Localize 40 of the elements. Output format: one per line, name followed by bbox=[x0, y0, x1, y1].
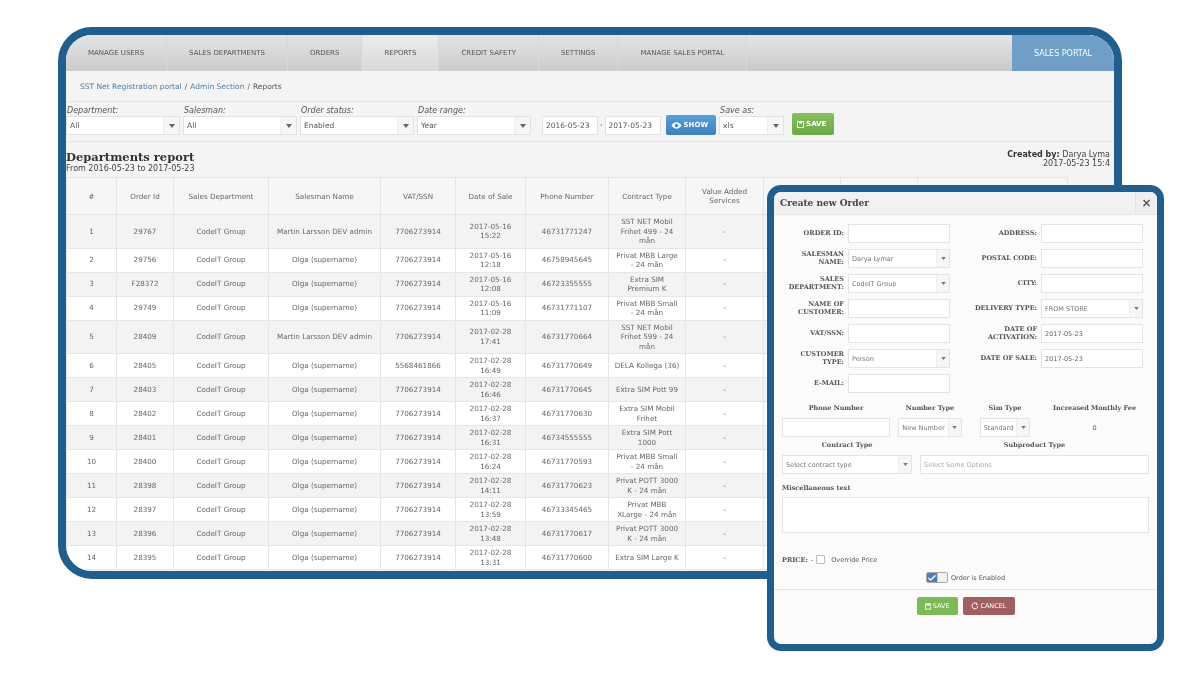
created-at: 2017-05-23 15:4 bbox=[1042, 159, 1110, 168]
created-by-name: Darya Lyma bbox=[1062, 150, 1110, 159]
filter-label: Salesman: bbox=[183, 106, 227, 115]
eye-icon bbox=[670, 121, 682, 129]
input-field[interactable] bbox=[1041, 224, 1143, 243]
caret-icon bbox=[902, 463, 908, 466]
input-field[interactable] bbox=[848, 224, 950, 243]
caret-icon bbox=[772, 123, 779, 128]
input-field[interactable] bbox=[1041, 249, 1143, 268]
override-price-checkbox[interactable] bbox=[816, 555, 826, 564]
input-field[interactable] bbox=[848, 324, 950, 343]
filter-label: Department: bbox=[66, 106, 120, 115]
close-button[interactable]: × bbox=[1135, 192, 1157, 214]
caret-icon bbox=[1133, 307, 1139, 310]
caret-icon bbox=[940, 257, 946, 260]
filter-label: Date range: bbox=[417, 106, 467, 115]
phone-number-field[interactable] bbox=[782, 418, 890, 437]
filter-label: Order status: bbox=[300, 106, 355, 115]
created-by-label: Created by: bbox=[1007, 150, 1060, 159]
caret-icon bbox=[1020, 426, 1026, 429]
miscellaneous-text-field[interactable] bbox=[782, 497, 1149, 533]
toggle-switch[interactable] bbox=[925, 572, 948, 583]
filter-label: Save as: bbox=[719, 106, 756, 115]
caret-icon bbox=[940, 357, 946, 360]
caret-icon bbox=[952, 426, 958, 429]
save-icon bbox=[797, 120, 805, 128]
dialog-title: Create new Order bbox=[779, 198, 869, 208]
refresh-icon bbox=[970, 602, 979, 610]
check-icon bbox=[927, 574, 936, 581]
caret-icon bbox=[285, 123, 292, 128]
input-field[interactable] bbox=[1041, 274, 1143, 293]
input-field[interactable] bbox=[848, 299, 950, 318]
save-icon bbox=[924, 602, 931, 610]
caret-icon bbox=[402, 123, 409, 128]
input-field[interactable] bbox=[848, 374, 950, 393]
report-title: Departments report bbox=[66, 150, 195, 164]
caret-icon bbox=[940, 282, 946, 285]
report-date-range: From 2016-05-23 to 2017-05-23 bbox=[66, 164, 195, 173]
caret-icon bbox=[168, 123, 175, 128]
caret-icon bbox=[519, 123, 526, 128]
